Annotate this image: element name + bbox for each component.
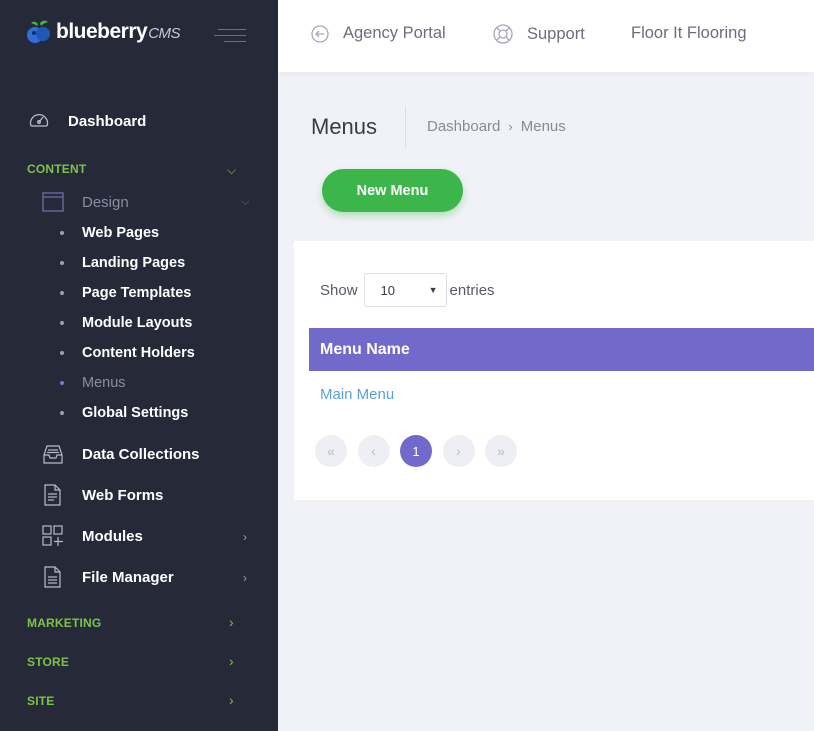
sidebar-item-design[interactable]: Design <box>42 192 129 212</box>
sidebar-item-modules[interactable]: Modules <box>42 525 143 547</box>
chevron-down-icon: ⌵ <box>227 163 237 177</box>
section-content[interactable]: CONTENT <box>27 162 86 176</box>
sidebar-item-label: Global Settings <box>82 405 189 421</box>
chevron-right-icon: › <box>229 692 234 708</box>
sidebar-item-label: Web Forms <box>82 486 164 504</box>
sidebar-item-label: Design <box>82 193 129 211</box>
support-label: Support <box>527 24 585 43</box>
breadcrumb: Dashboard › Menus <box>427 118 566 135</box>
page-title: Menus <box>311 114 378 139</box>
last-page-button[interactable]: » <box>485 435 517 467</box>
sidebar-item-content-holders[interactable]: Content Holders <box>60 345 195 361</box>
brand-logo[interactable]: blueberryCMS <box>26 20 181 44</box>
modules-grid-icon <box>42 525 63 546</box>
sidebar-item-label: Content Holders <box>82 345 195 361</box>
entries-control: Show 10 ▼ entries <box>320 273 495 307</box>
sidebar-item-label: Landing Pages <box>82 255 186 271</box>
sidebar-item-global-settings[interactable]: Global Settings <box>60 405 188 421</box>
support-link[interactable]: Support <box>493 24 585 44</box>
lifebuoy-icon <box>493 24 513 44</box>
next-page-button[interactable]: › <box>442 435 475 467</box>
sidebar-item-label: Page Templates <box>82 285 192 301</box>
bullet <box>60 351 64 355</box>
agency-portal-label: Agency Portal <box>343 24 446 42</box>
form-document-icon <box>44 484 61 506</box>
entries-value: 10 <box>380 282 395 298</box>
table-row[interactable]: Main Menu <box>320 386 394 403</box>
menu-toggle-icon[interactable] <box>214 26 246 46</box>
sidebar-item-file-manager[interactable]: File Manager <box>42 566 174 588</box>
top-bar: Agency Portal Support Floor It Flooring <box>278 0 814 72</box>
breadcrumb-dashboard[interactable]: Dashboard <box>427 118 500 135</box>
sidebar-item-label: Modules <box>82 527 143 545</box>
sidebar-item-label: Module Layouts <box>82 315 193 331</box>
section-marketing[interactable]: MARKETING <box>27 616 101 630</box>
brand-name: blueberry <box>56 20 148 43</box>
chevron-down-icon: ⌵ <box>241 196 250 208</box>
site-name-link[interactable]: Floor It Flooring <box>631 24 747 43</box>
brand-suffix: CMS <box>148 25 181 42</box>
sidebar-item-label: Dashboard <box>68 112 147 130</box>
show-label: Show <box>320 281 358 299</box>
window-icon <box>42 192 64 212</box>
entries-label: entries <box>449 281 495 299</box>
sidebar-item-label: Web Pages <box>82 225 160 241</box>
chevron-right-icon: › <box>243 571 247 585</box>
sidebar-item-module-layouts[interactable]: Module Layouts <box>60 315 192 331</box>
new-menu-button[interactable]: New Menu <box>322 169 463 212</box>
page-1-button[interactable]: 1 <box>400 435 432 467</box>
sidebar-item-label: Data Collections <box>82 445 200 463</box>
sidebar-item-dashboard[interactable]: Dashboard <box>28 110 146 132</box>
section-site[interactable]: SITE <box>27 694 54 708</box>
speedometer-icon <box>29 113 49 127</box>
chevron-right-icon: › <box>243 530 247 544</box>
pagination: « ‹ 1 › » <box>315 435 528 467</box>
prev-page-button[interactable]: ‹ <box>357 435 390 467</box>
column-header-menu-name[interactable]: Menu Name <box>309 328 814 371</box>
inbox-icon <box>43 445 63 464</box>
blueberry-logo-icon <box>27 20 50 43</box>
sidebar: blueberryCMS Dashboard CONTENT ⌵ Design … <box>0 0 278 731</box>
bullet <box>60 411 64 415</box>
agency-portal-link[interactable]: Agency Portal <box>311 24 446 43</box>
divider <box>405 106 406 148</box>
dropdown-arrow-icon: ▼ <box>428 285 438 295</box>
bullet <box>60 381 64 385</box>
bullet <box>60 291 64 295</box>
site-name-label: Floor It Flooring <box>631 24 747 42</box>
first-page-button[interactable]: « <box>315 435 347 467</box>
bullet <box>60 231 64 235</box>
section-store[interactable]: STORE <box>27 655 69 669</box>
sidebar-item-label: File Manager <box>82 568 174 586</box>
back-arrow-circle-icon <box>311 24 329 43</box>
chevron-right-icon: › <box>229 614 234 630</box>
sidebar-item-page-templates[interactable]: Page Templates <box>60 285 191 301</box>
breadcrumb-current: Menus <box>520 118 566 135</box>
bullet <box>60 261 64 265</box>
sidebar-item-label: Menus <box>82 375 126 391</box>
sidebar-item-menus[interactable]: Menus <box>60 375 126 391</box>
menus-card: Show 10 ▼ entries Menu Name Main Menu « … <box>294 241 814 500</box>
file-icon <box>44 566 61 588</box>
sidebar-item-web-forms[interactable]: Web Forms <box>42 484 163 506</box>
bullet <box>60 321 64 325</box>
sidebar-item-web-pages[interactable]: Web Pages <box>60 225 159 241</box>
entries-select[interactable]: 10 ▼ <box>363 273 447 307</box>
chevron-right-icon: › <box>229 653 234 669</box>
sidebar-item-data-collections[interactable]: Data Collections <box>42 443 200 465</box>
sidebar-item-landing-pages[interactable]: Landing Pages <box>60 255 185 271</box>
chevron-right-icon: › <box>508 119 513 134</box>
